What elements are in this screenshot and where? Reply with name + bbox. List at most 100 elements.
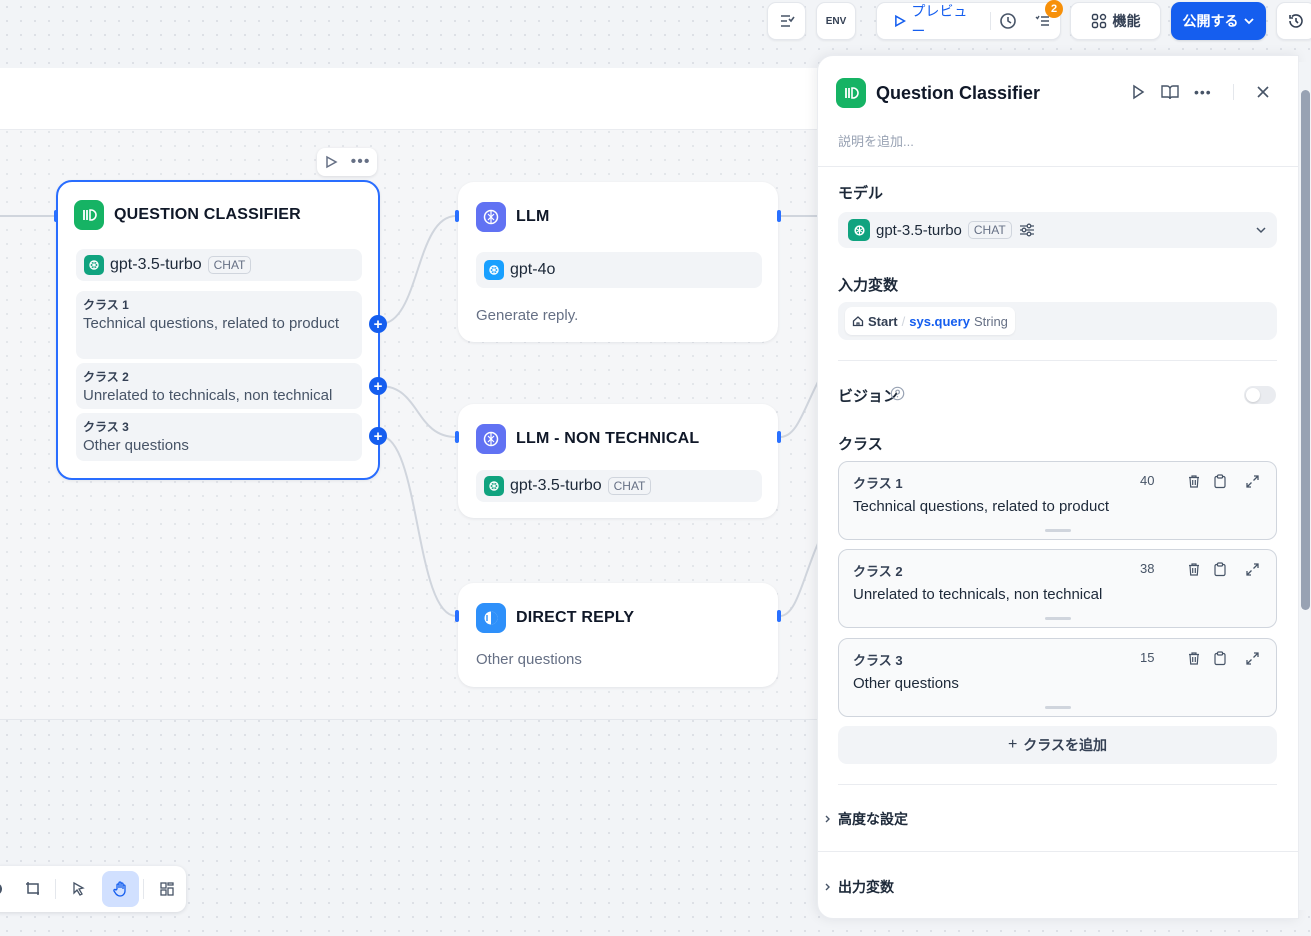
model-selector[interactable]: gpt-3.5-turbo CHAT <box>838 212 1277 248</box>
model-settings-icon[interactable] <box>1018 222 1036 238</box>
edge-class2-llm-nt <box>379 385 457 438</box>
node-title: DIRECT REPLY <box>516 609 635 626</box>
reply-input-handle[interactable] <box>455 610 459 622</box>
play-icon <box>895 14 907 28</box>
char-count: 15 <box>1140 650 1155 665</box>
node-config-panel: Question Classifier ••• 説明を追加... モデル gpt… <box>817 55 1299 919</box>
description-input[interactable]: 説明を追加... <box>838 131 914 150</box>
panel-scrollbar-thumb[interactable] <box>1301 90 1310 610</box>
features-button[interactable]: 機能 <box>1070 2 1161 40</box>
checklist-badge: 2 <box>1045 0 1063 18</box>
classifier-class-1: クラス 1 Technical questions, related to pr… <box>76 291 362 359</box>
more-icon[interactable]: ••• <box>351 154 371 170</box>
node-model: gpt-3.5-turbo CHAT <box>476 470 762 502</box>
chevron-down-icon <box>1243 18 1254 25</box>
class-3-output-port[interactable]: + <box>369 427 387 445</box>
input-variable-field[interactable]: Start / sys.query String <box>838 302 1277 340</box>
add-circle-icon <box>0 884 2 894</box>
home-icon <box>852 316 864 327</box>
resize-handle[interactable] <box>1045 529 1071 532</box>
brain-icon <box>476 202 506 232</box>
node-title: LLM <box>516 208 550 225</box>
vision-label: ビジョン <box>838 388 899 405</box>
openai-icon <box>484 260 504 280</box>
openai-icon <box>484 476 504 496</box>
run-step-icon[interactable] <box>1130 84 1146 100</box>
chevron-right-icon <box>825 883 830 891</box>
add-node-button[interactable] <box>0 871 10 907</box>
expand-icon[interactable] <box>1245 562 1260 577</box>
clipboard-icon[interactable] <box>1213 651 1227 666</box>
hand-icon <box>112 881 126 897</box>
llm-nt-output-handle[interactable] <box>777 431 781 443</box>
add-note-button[interactable] <box>14 871 52 907</box>
more-icon[interactable]: ••• <box>1194 84 1212 100</box>
class-card-2[interactable]: クラス 2 38 Unrelated to technicals, non te… <box>838 549 1277 628</box>
trash-icon[interactable] <box>1187 651 1201 666</box>
panel-title[interactable]: Question Classifier <box>876 83 1040 104</box>
checklist-toggle-button[interactable] <box>767 2 806 40</box>
env-icon: ENV <box>825 15 847 27</box>
resize-handle[interactable] <box>1045 617 1071 620</box>
edge-class3-reply <box>379 435 457 617</box>
llm-node[interactable]: LLM gpt-4o Generate reply. <box>458 182 778 342</box>
class-2-output-port[interactable]: + <box>369 377 387 395</box>
hand-mode-button[interactable] <box>101 871 140 907</box>
run-node-icon[interactable] <box>324 155 338 169</box>
canvas-toolbar <box>0 866 186 912</box>
class-1-output-port[interactable]: + <box>369 315 387 333</box>
trash-icon[interactable] <box>1187 474 1201 489</box>
preview-button[interactable]: プレビュー <box>877 3 990 39</box>
organize-button[interactable] <box>148 871 186 907</box>
advanced-settings-toggle[interactable]: 高度な設定 <box>824 809 908 829</box>
run-history-button[interactable] <box>991 12 1025 30</box>
preview-group: プレビュー <box>876 2 1061 40</box>
question-classifier-node[interactable]: QUESTION CLASSIFIER gpt-3.5-turbo CHAT ク… <box>56 180 380 480</box>
expand-icon[interactable] <box>1245 474 1260 489</box>
checklist-icon <box>780 15 795 27</box>
reply-output-handle[interactable] <box>777 610 781 622</box>
note-icon <box>25 882 39 895</box>
model-section-label: モデル <box>838 185 884 202</box>
llm-non-technical-node[interactable]: LLM - NON TECHNICAL gpt-3.5-turbo CHAT <box>458 404 778 518</box>
direct-reply-node[interactable]: DIRECT REPLY Other questions <box>458 583 778 687</box>
class-card-3[interactable]: クラス 3 15 Other questions <box>838 638 1277 717</box>
variable-tag[interactable]: Start / sys.query String <box>845 307 1015 335</box>
resize-handle[interactable] <box>1045 706 1071 709</box>
node-title: QUESTION CLASSIFIER <box>114 206 301 223</box>
book-icon[interactable] <box>1161 84 1179 100</box>
edge-class1-llm <box>379 215 457 325</box>
publish-button[interactable]: 公開する <box>1171 2 1266 40</box>
llm-input-handle[interactable] <box>455 210 459 222</box>
expand-icon[interactable] <box>1245 651 1260 666</box>
llm-output-handle[interactable] <box>777 210 781 222</box>
llm-nt-input-handle[interactable] <box>455 431 459 443</box>
vision-toggle[interactable] <box>1244 386 1276 404</box>
chevron-down-icon <box>1256 227 1266 234</box>
trash-icon[interactable] <box>1187 562 1201 577</box>
model-mode-tag: CHAT <box>207 256 252 274</box>
node-actions: ••• <box>317 148 377 176</box>
char-count: 40 <box>1140 473 1155 488</box>
layout-grid-icon <box>160 882 174 896</box>
env-button[interactable]: ENV <box>816 2 856 40</box>
classifier-input-handle[interactable] <box>54 210 58 222</box>
pointer-mode-button[interactable] <box>60 871 98 907</box>
clipboard-icon[interactable] <box>1213 562 1227 577</box>
class-card-1[interactable]: クラス 1 40 Technical questions, related to… <box>838 461 1277 540</box>
output-variables-toggle[interactable]: 出力変数 <box>824 877 894 897</box>
node-title: LLM - NON TECHNICAL <box>516 430 700 447</box>
close-icon[interactable] <box>1256 85 1270 99</box>
version-history-button[interactable] <box>1276 2 1311 40</box>
clipboard-icon[interactable] <box>1213 474 1227 489</box>
question-classifier-icon <box>836 78 866 108</box>
help-icon[interactable] <box>890 386 905 401</box>
add-class-button[interactable]: + クラスを追加 <box>838 726 1277 764</box>
cursor-icon <box>73 881 85 896</box>
chevron-right-icon <box>825 815 830 823</box>
node-model: gpt-4o <box>476 252 762 288</box>
brain-icon <box>476 424 506 454</box>
classifier-class-2: クラス 2 Unrelated to technicals, non techn… <box>76 363 362 409</box>
class-section-label: クラス <box>838 436 883 453</box>
history-clock-icon <box>1000 13 1017 29</box>
